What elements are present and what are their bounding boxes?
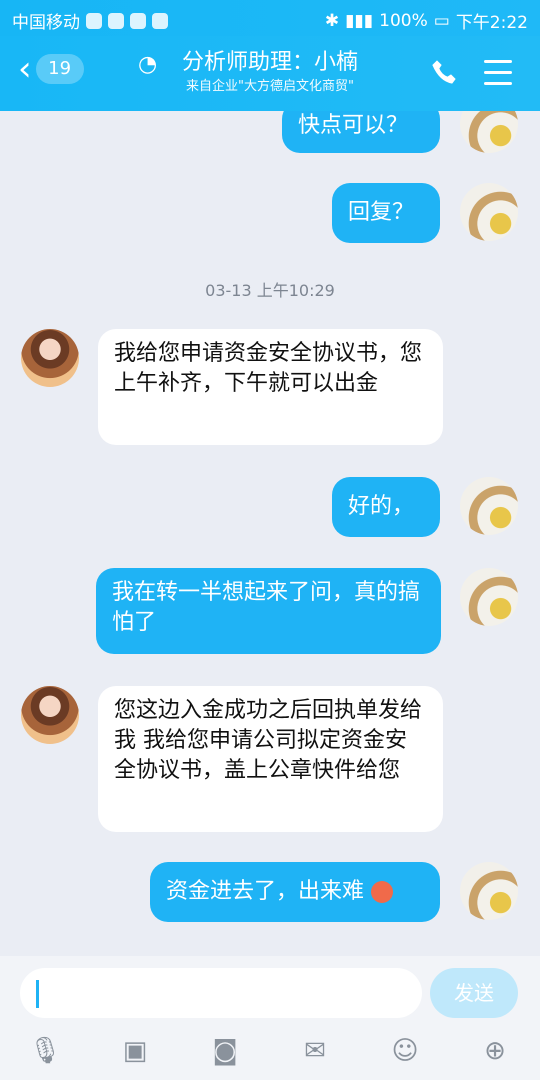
message-row: 您这边入金成功之后回执单发给我 我给您申请公司拟定资金安全协议书，盖上公章快件给… <box>0 686 540 832</box>
chevron-left-icon: ‹ <box>18 49 32 89</box>
time-label: 下午2:22 <box>455 13 528 33</box>
message-bubble-outgoing[interactable]: 资金进去了，出来难 <box>150 862 440 922</box>
battery-icon: ▭ <box>433 10 450 31</box>
message-input[interactable] <box>20 968 422 1018</box>
mic-icon[interactable]: 🎙 <box>28 1034 62 1068</box>
status-bar: 中国移动 ✱ ▮▮▮ 100% ▭ 下午2:22 <box>0 0 540 36</box>
avatar-self[interactable] <box>460 183 518 241</box>
send-button[interactable]: 发送 <box>430 968 518 1018</box>
message-text: 资金进去了，出来难 <box>166 879 365 904</box>
plus-icon[interactable]: ⊕ <box>478 1034 512 1068</box>
emoji-icon <box>371 881 394 903</box>
message-timestamp: 03-13 上午10:29 <box>205 281 335 300</box>
avatar-self[interactable] <box>460 111 518 153</box>
battery-label: 100% <box>379 10 428 31</box>
bluetooth-icon: ✱ <box>324 10 340 31</box>
message-bubble-incoming[interactable]: 您这边入金成功之后回执单发给我 我给您申请公司拟定资金安全协议书，盖上公章快件给… <box>98 686 443 832</box>
message-bubble-incoming[interactable]: 我给您申请资金安全协议书，您上午补齐，下午就可以出金 <box>98 329 443 445</box>
avatar-self[interactable] <box>460 477 518 535</box>
signal-icon: ▮▮▮ <box>345 10 374 31</box>
message-bubble-outgoing[interactable]: 快点可以？ <box>282 111 440 153</box>
avatar-contact[interactable] <box>21 686 79 744</box>
text-cursor <box>36 980 39 1008</box>
phone-icon[interactable] <box>430 58 458 86</box>
message-row: 我给您申请资金安全协议书，您上午补齐，下午就可以出金 <box>0 329 540 447</box>
avatar-self[interactable] <box>460 568 518 626</box>
message-row: 我在转一半想起来了问，真的搞怕了 <box>0 568 540 656</box>
notification-icon <box>130 12 146 29</box>
message-row: 好的， <box>0 477 540 539</box>
message-bubble-outgoing[interactable]: 我在转一半想起来了问，真的搞怕了 <box>96 568 441 654</box>
unread-badge: 19 <box>35 54 84 84</box>
status-right: ✱ ▮▮▮ 100% ▭ 下午2:22 <box>324 8 528 34</box>
chat-area[interactable]: 快点可以？ 回复？ 03-13 上午10:29 我给您申请资金安全协议书，您上午… <box>0 111 540 956</box>
chat-subtitle: 来自企业"大方德启文化商贸" <box>186 79 354 94</box>
notification-icon <box>86 12 102 29</box>
chat-title-area: 分析师助理：小楠 来自企业"大方德启文化商贸" <box>130 48 410 96</box>
notification-icon <box>108 12 124 29</box>
camera-icon[interactable]: ◙ <box>208 1034 242 1068</box>
image-icon[interactable]: ▣ <box>118 1034 152 1068</box>
message-row: 资金进去了，出来难 <box>0 862 540 924</box>
notification-icon <box>152 12 168 29</box>
avatar-contact[interactable] <box>21 329 79 387</box>
carrier-label: 中国移动 <box>12 13 80 33</box>
emoji-icon[interactable]: ☺ <box>388 1034 422 1068</box>
message-row: 回复？ <box>0 183 540 245</box>
chat-title: 分析师助理：小楠 <box>181 50 358 75</box>
chat-header: ‹ 19 ◔ 分析师助理：小楠 来自企业"大方德启文化商贸" <box>0 36 540 111</box>
input-bar: 发送 🎙 ▣ ◙ ✉ ☺ ⊕ <box>0 956 540 1080</box>
back-button[interactable]: ‹ 19 <box>18 52 84 86</box>
message-bubble-outgoing[interactable]: 回复？ <box>332 183 440 243</box>
message-bubble-outgoing[interactable]: 好的， <box>332 477 440 537</box>
menu-icon[interactable] <box>484 60 512 93</box>
avatar-self[interactable] <box>460 862 518 920</box>
status-left: 中国移动 <box>12 8 168 33</box>
red-packet-icon[interactable]: ✉ <box>298 1034 332 1068</box>
message-row: 快点可以？ <box>0 111 540 161</box>
